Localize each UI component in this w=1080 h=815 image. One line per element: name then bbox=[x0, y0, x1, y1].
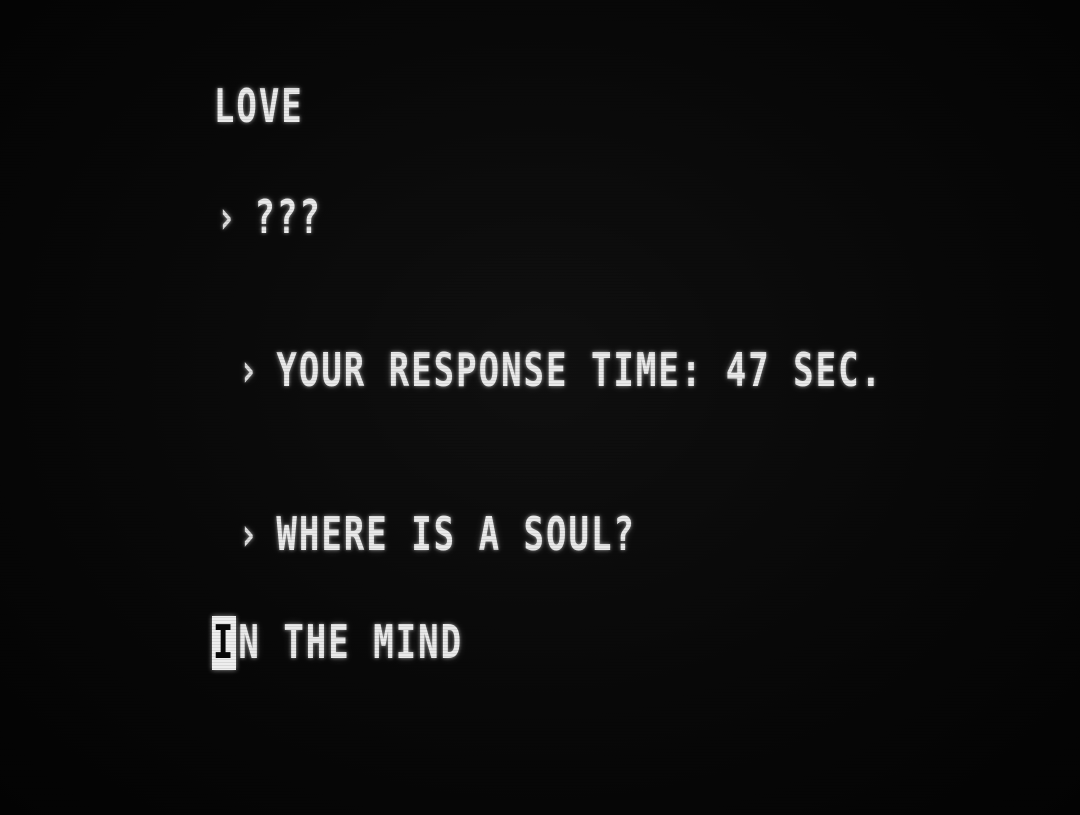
input-line[interactable]: IN THE MIND bbox=[122, 562, 463, 724]
output-text: YOUR RESPONSE TIME: 47 SEC. bbox=[276, 344, 884, 398]
output-line-question-marks: ›??? bbox=[126, 137, 322, 299]
prompt-chevron-icon: › bbox=[215, 191, 239, 245]
text-cursor[interactable]: I bbox=[211, 616, 237, 670]
terminal-screen: LOVE ›??? › YOUR RESPONSE TIME: 47 SEC. ›… bbox=[0, 0, 1080, 815]
output-text: WHERE IS A SOUL? bbox=[276, 508, 636, 562]
output-line-response-time: › YOUR RESPONSE TIME: 47 SEC. bbox=[148, 290, 883, 452]
prompt-chevron-icon: › bbox=[237, 344, 261, 398]
output-text: LOVE bbox=[213, 80, 304, 134]
input-text[interactable]: N THE MIND bbox=[238, 616, 463, 670]
output-text: ??? bbox=[254, 191, 322, 245]
prompt-chevron-icon: › bbox=[237, 508, 261, 562]
